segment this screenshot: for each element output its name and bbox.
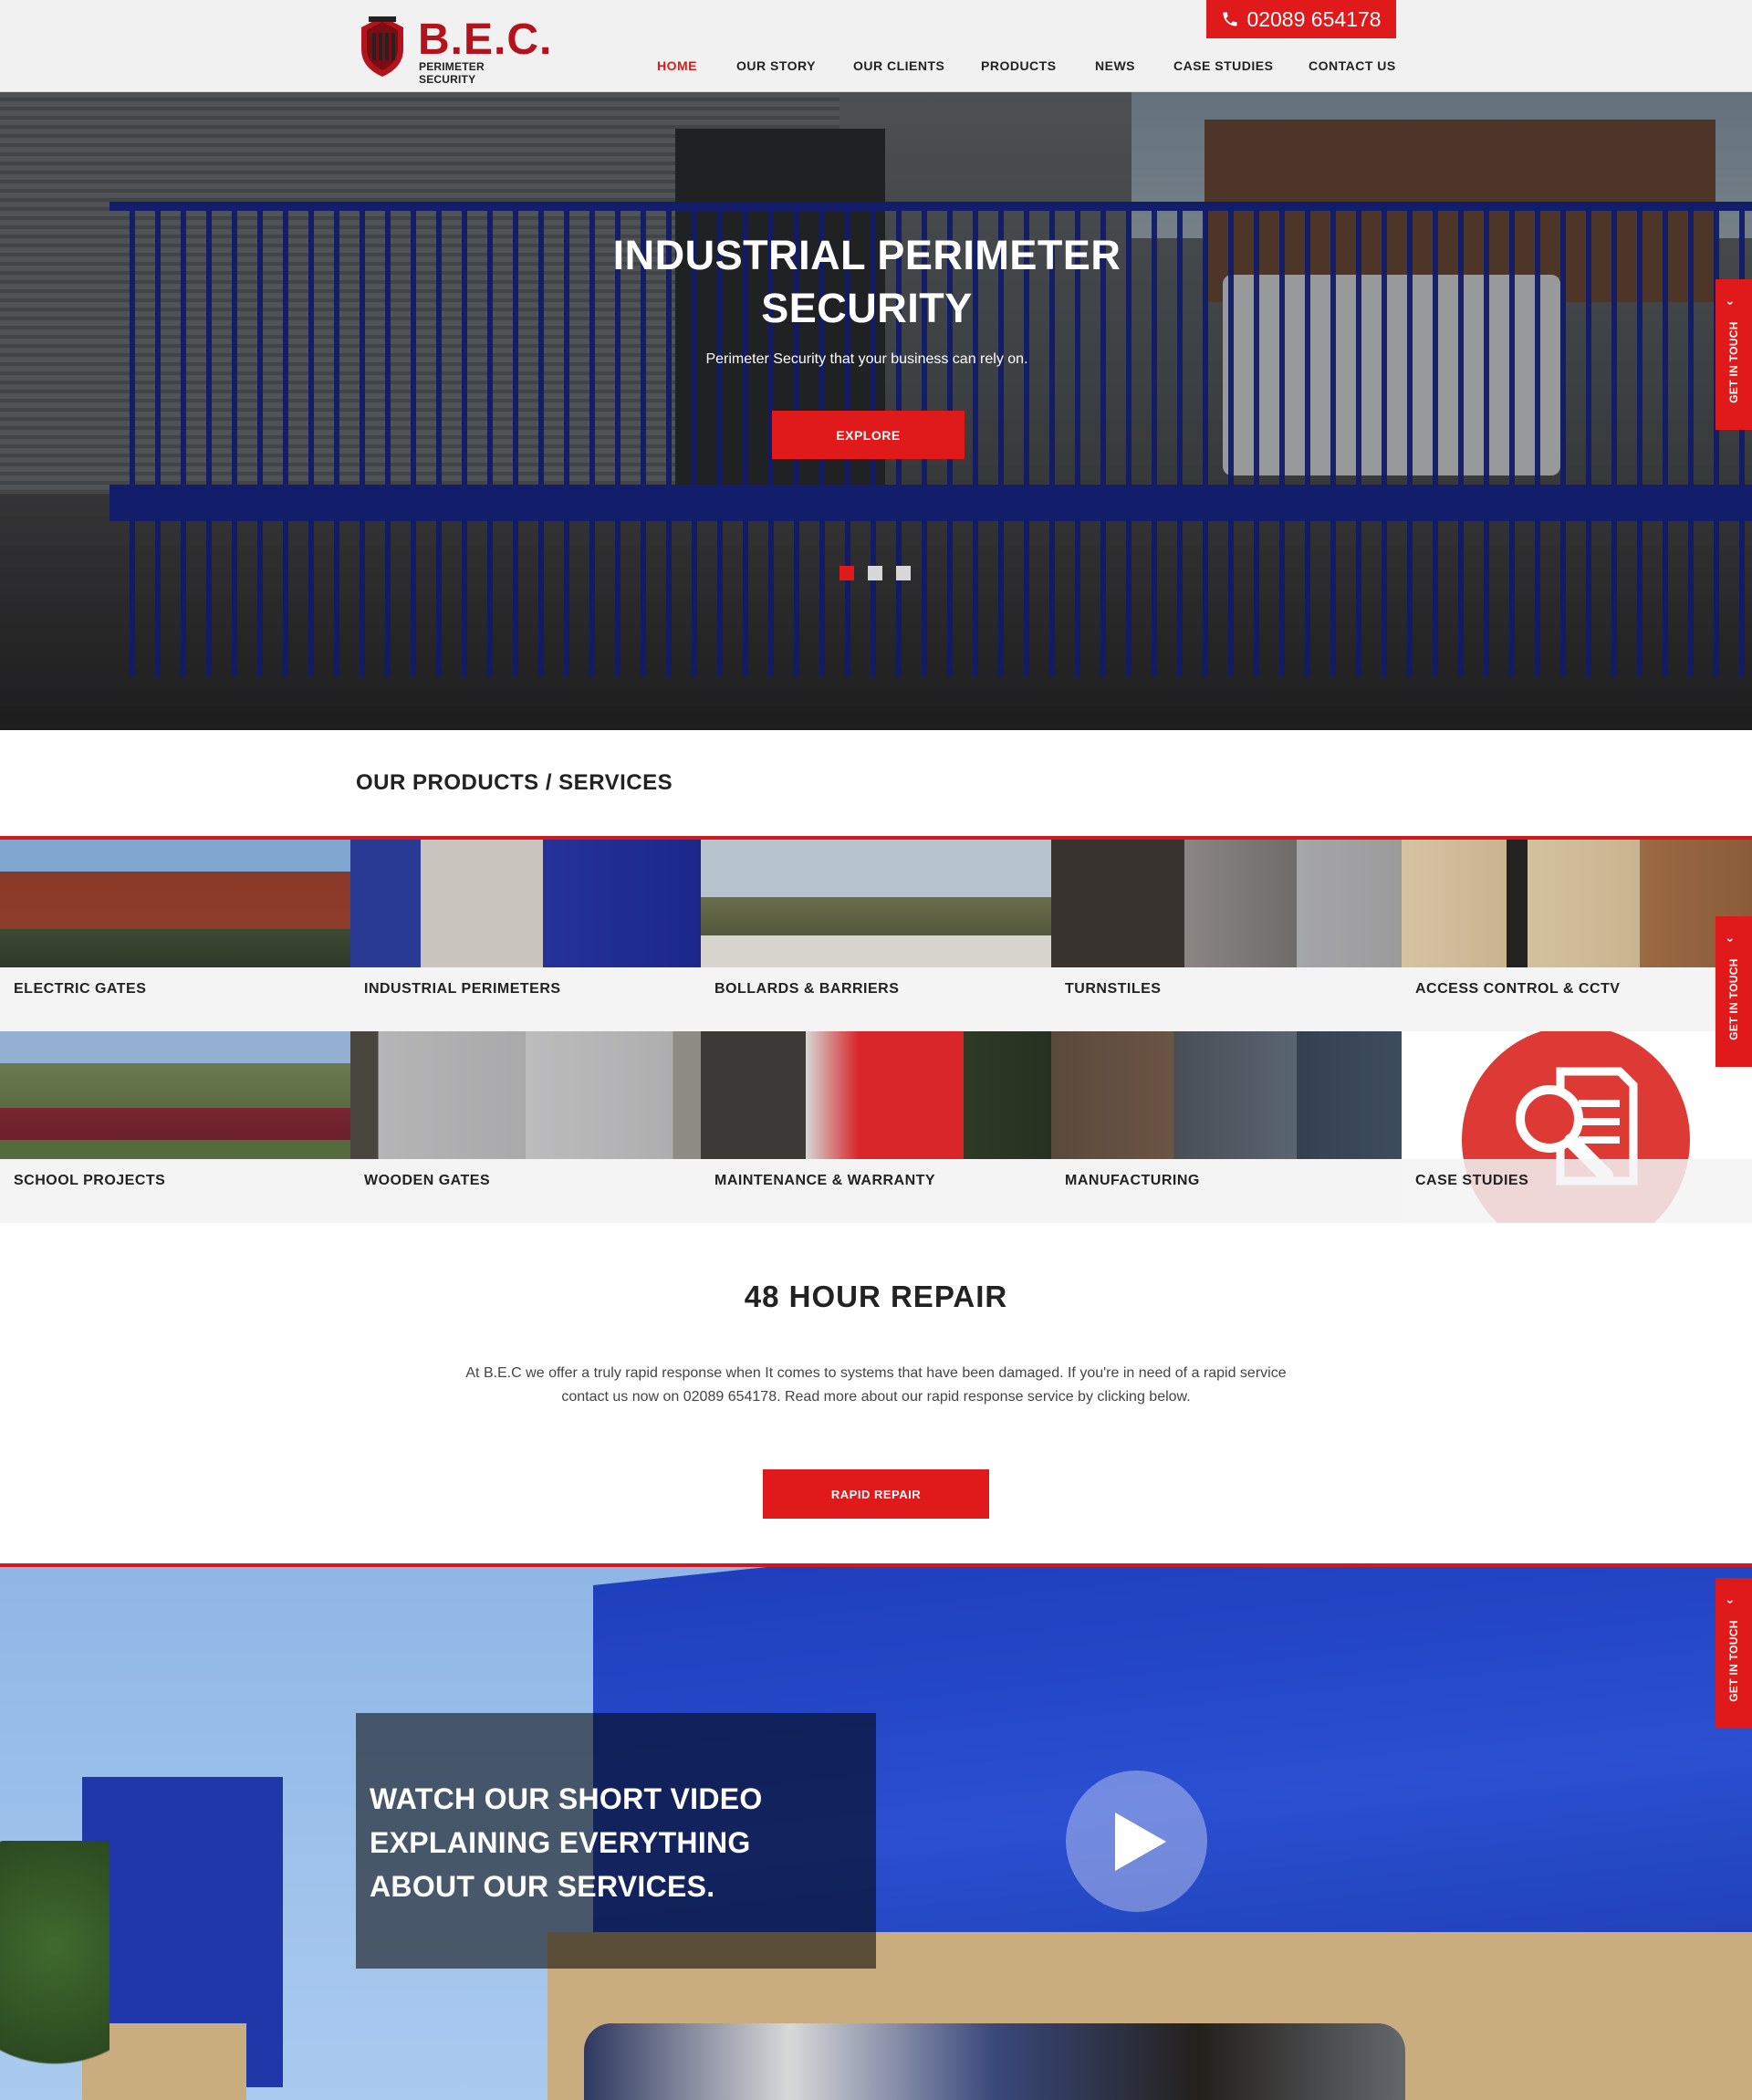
product-label: MAINTENANCE & WARRANTY: [714, 1173, 936, 1188]
nav-case-studies[interactable]: CASE STUDIES: [1173, 58, 1273, 73]
product-label-bg: [0, 1159, 350, 1223]
chevron-up-icon: ‹: [1721, 1599, 1736, 1604]
product-tile-case-studies[interactable]: CASE STUDIES: [1402, 1031, 1752, 1223]
get-in-touch-label: GET IN TOUCH: [1727, 321, 1740, 403]
product-label: INDUSTRIAL PERIMETERS: [364, 981, 561, 997]
site-header: B.E.C. PERIMETER SECURITY 02089 654178 H…: [0, 0, 1752, 92]
phone-number: 02089 654178: [1246, 6, 1382, 31]
product-tile-manufacturing[interactable]: MANUFACTURING: [1051, 1031, 1402, 1223]
product-tile-wooden-gates[interactable]: WOODEN GATES: [350, 1031, 701, 1223]
hero-subtitle: Perimeter Security that your business ca…: [705, 351, 1028, 367]
product-label-bg: [701, 1159, 1051, 1223]
play-icon: [1115, 1813, 1166, 1871]
product-label-bg: [1402, 967, 1752, 1031]
product-tile-bollards-barriers[interactable]: BOLLARDS & BARRIERS: [701, 840, 1051, 1031]
product-tile-school-projects[interactable]: SCHOOL PROJECTS: [0, 1031, 350, 1223]
products-grid: ELECTRIC GATES INDUSTRIAL PERIMETERS BOL…: [0, 836, 1752, 1223]
hero-slider: INDUSTRIAL PERIMETER SECURITY Perimeter …: [0, 92, 1752, 730]
chevron-up-icon: ‹: [1721, 300, 1736, 306]
get-in-touch-tab[interactable]: ‹ GET IN TOUCH: [1716, 916, 1752, 1067]
product-image: [1051, 840, 1402, 967]
product-tile-industrial-perimeters[interactable]: INDUSTRIAL PERIMETERS: [350, 840, 701, 1031]
product-image: [0, 1031, 350, 1159]
get-in-touch-tab[interactable]: ‹ GET IN TOUCH: [1716, 279, 1752, 430]
phone-button[interactable]: 02089 654178: [1206, 0, 1396, 38]
nav-our-story[interactable]: OUR STORY: [736, 58, 816, 73]
repair-text: At B.E.C we offer a truly rapid response…: [465, 1365, 1287, 1405]
product-image: [1402, 840, 1752, 967]
product-image: [350, 1031, 701, 1159]
video-photo-cars: [584, 2023, 1405, 2100]
product-tile-electric-gates[interactable]: ELECTRIC GATES: [0, 840, 350, 1031]
product-tile-access-control-cctv[interactable]: ACCESS CONTROL & CCTV: [1402, 840, 1752, 1031]
product-image: [701, 840, 1051, 967]
slider-dot-1[interactable]: [840, 566, 854, 580]
get-in-touch-label: GET IN TOUCH: [1727, 958, 1740, 1040]
product-label: ACCESS CONTROL & CCTV: [1415, 981, 1621, 997]
product-label-bg: [1051, 967, 1402, 1031]
get-in-touch-tab[interactable]: ‹ GET IN TOUCH: [1716, 1578, 1752, 1729]
repair-title: 48 HOUR REPAIR: [744, 1280, 1008, 1313]
slider-dot-3[interactable]: [896, 566, 911, 580]
product-tile-turnstiles[interactable]: TURNSTILES: [1051, 840, 1402, 1031]
explore-button[interactable]: EXPLORE: [772, 411, 965, 459]
product-label: MANUFACTURING: [1065, 1173, 1200, 1188]
product-tile-maintenance-warranty[interactable]: MAINTENANCE & WARRANTY: [701, 1031, 1051, 1223]
product-label-bg: [701, 967, 1051, 1031]
product-label: WOODEN GATES: [364, 1173, 491, 1188]
nav-news[interactable]: NEWS: [1095, 58, 1135, 73]
product-label: TURNSTILES: [1065, 981, 1162, 997]
product-label-bg: [1402, 1159, 1752, 1223]
video-headline: WATCH OUR SHORT VIDEO EXPLAINING EVERYTH…: [370, 1782, 763, 1903]
slider-dot-2[interactable]: [868, 566, 882, 580]
product-label: SCHOOL PROJECTS: [14, 1173, 166, 1188]
phone-icon: [1223, 12, 1237, 26]
product-label-bg: [350, 1159, 701, 1223]
product-label: CASE STUDIES: [1415, 1173, 1529, 1188]
video-photo-tree: [0, 1841, 110, 2100]
nav-our-clients[interactable]: OUR CLIENTS: [853, 58, 944, 73]
nav-home[interactable]: HOME: [657, 58, 697, 73]
slider-dots: [840, 566, 911, 580]
video-section: WATCH OUR SHORT VIDEO EXPLAINING EVERYTH…: [0, 1563, 1752, 2100]
nav-products[interactable]: PRODUCTS: [981, 58, 1057, 73]
product-label: BOLLARDS & BARRIERS: [714, 981, 900, 997]
rapid-repair-button[interactable]: RAPID REPAIR: [763, 1469, 989, 1519]
get-in-touch-label: GET IN TOUCH: [1727, 1620, 1740, 1702]
product-label: ELECTRIC GATES: [14, 981, 147, 997]
hero-title: INDUSTRIAL PERIMETER SECURITY: [612, 232, 1121, 331]
product-label-bg: [350, 967, 701, 1031]
nav-contact-us[interactable]: CONTACT US: [1309, 58, 1396, 73]
product-label-bg: [1051, 1159, 1402, 1223]
chevron-up-icon: ‹: [1721, 937, 1736, 943]
product-image: [1051, 1031, 1402, 1159]
products-section-title: OUR PRODUCTS / SERVICES: [356, 770, 673, 795]
play-video-button[interactable]: [1066, 1771, 1207, 1912]
main-nav: HOME OUR STORY OUR CLIENTS PRODUCTS NEWS…: [0, 58, 1752, 78]
product-image: [701, 1031, 1051, 1159]
product-image: [350, 840, 701, 967]
product-label-bg: [0, 967, 350, 1031]
product-image: [0, 840, 350, 967]
